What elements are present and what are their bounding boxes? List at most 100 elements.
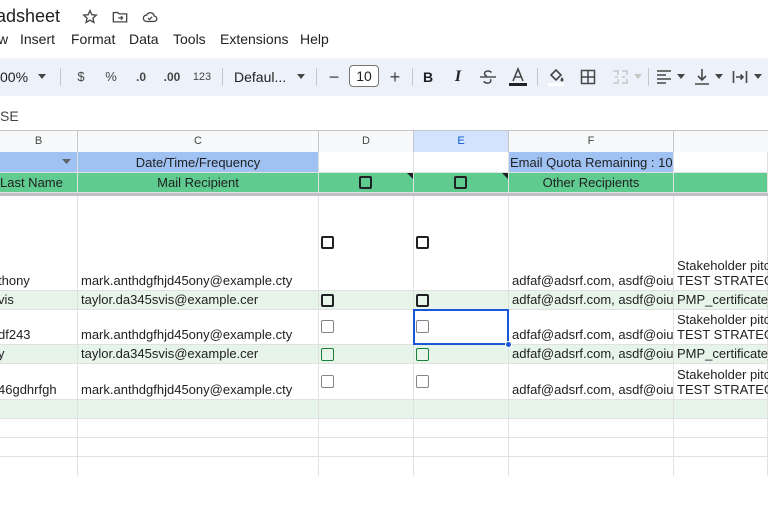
cell-f2[interactable]: Other Recipients — [509, 173, 674, 193]
menu-tools[interactable]: Tools — [173, 31, 206, 47]
checkbox-d7[interactable] — [321, 375, 334, 388]
cell-c10[interactable] — [78, 438, 319, 457]
name-box[interactable]: SE — [0, 108, 19, 124]
cell-text: thony — [0, 273, 30, 288]
text-wrap-icon[interactable] — [732, 69, 748, 85]
text-color-icon[interactable] — [507, 66, 529, 88]
cell-d10[interactable] — [319, 438, 414, 457]
bold-button[interactable]: B — [420, 58, 436, 96]
currency-button[interactable]: $ — [72, 58, 90, 96]
active-cell-selection[interactable] — [413, 309, 509, 345]
column-header-f[interactable]: F — [509, 131, 674, 152]
column-header-b[interactable]: B — [0, 131, 78, 152]
cell-g1[interactable] — [674, 152, 768, 173]
cell-text: Stakeholder pitc — [677, 367, 768, 382]
cell-text: TEST STRATEG — [677, 382, 768, 397]
checkbox-d5[interactable] — [321, 320, 334, 333]
cell-text: mark.anthdgfhjd45ony@example.cty — [81, 273, 293, 288]
menu-data[interactable]: Data — [129, 31, 159, 47]
zoom-select[interactable]: 00% — [0, 58, 34, 96]
decrease-font-size-button[interactable]: − — [326, 58, 342, 96]
checkbox-d4[interactable] — [321, 294, 334, 307]
font-select[interactable]: Defaul... — [234, 58, 294, 96]
cell-b9[interactable] — [0, 419, 78, 438]
cell-c11[interactable] — [78, 457, 319, 476]
halign-dropdown-icon[interactable] — [677, 74, 685, 80]
filter-dropdown-icon[interactable] — [62, 159, 71, 165]
move-folder-icon[interactable] — [111, 9, 129, 25]
checkbox-d2[interactable] — [359, 176, 372, 189]
cloud-saved-icon[interactable] — [141, 9, 159, 25]
decrease-decimal-button[interactable]: .0 — [130, 58, 152, 96]
cell-c9[interactable] — [78, 419, 319, 438]
cell-b10[interactable] — [0, 438, 78, 457]
checkbox-d6[interactable] — [321, 348, 334, 361]
column-header-d[interactable]: D — [319, 131, 414, 152]
cell-c2[interactable]: Mail Recipient — [78, 173, 319, 193]
cell-b2[interactable]: Last Name — [0, 173, 78, 193]
italic-button[interactable]: I — [450, 58, 466, 96]
increase-font-size-button[interactable]: + — [386, 58, 404, 96]
merge-dropdown-icon[interactable] — [634, 74, 642, 80]
borders-icon[interactable] — [580, 69, 596, 85]
valign-dropdown-icon[interactable] — [715, 74, 723, 80]
vertical-align-icon[interactable] — [694, 68, 710, 86]
column-header-g[interactable] — [674, 131, 768, 152]
cell-f1[interactable]: Email Quota Remaining : 100 — [509, 152, 674, 173]
increase-decimal-button[interactable]: .00 — [160, 58, 184, 96]
number-format-button[interactable]: 123 — [190, 58, 214, 96]
document-title[interactable]: adsheet — [0, 6, 60, 27]
menu-view[interactable]: w — [0, 31, 8, 47]
checkbox-e6[interactable] — [416, 348, 429, 361]
font-dropdown-icon[interactable] — [297, 74, 305, 80]
horizontal-align-icon[interactable] — [656, 69, 672, 85]
cell-g11[interactable] — [674, 457, 768, 476]
cell-text: vis — [0, 292, 14, 307]
zoom-dropdown-icon[interactable] — [38, 74, 46, 80]
cell-f9[interactable] — [509, 419, 674, 438]
cell-g9[interactable] — [674, 419, 768, 438]
fill-color-icon[interactable] — [546, 67, 566, 87]
cell-b8[interactable] — [0, 400, 78, 419]
cell-c1[interactable]: Date/Time/Frequency — [78, 152, 319, 173]
menu-insert[interactable]: Insert — [20, 31, 55, 47]
cell-g10[interactable] — [674, 438, 768, 457]
merge-cells-icon[interactable] — [611, 69, 629, 85]
cell-f8[interactable] — [509, 400, 674, 419]
fill-handle[interactable] — [505, 341, 512, 348]
cell-text: PMP_certificate_ — [677, 346, 768, 361]
font-size-input[interactable]: 10 — [349, 65, 379, 87]
menu-help[interactable]: Help — [300, 31, 329, 47]
cell-b11[interactable] — [0, 457, 78, 476]
cell-text: Stakeholder pitc — [677, 258, 768, 273]
menu-extensions[interactable]: Extensions — [220, 31, 288, 47]
cell-d9[interactable] — [319, 419, 414, 438]
checkbox-e4[interactable] — [416, 294, 429, 307]
checkbox-e2[interactable] — [454, 176, 467, 189]
cell-d11[interactable] — [319, 457, 414, 476]
cell-g8[interactable] — [674, 400, 768, 419]
column-header-e[interactable]: E — [414, 131, 509, 152]
wrap-dropdown-icon[interactable] — [754, 74, 762, 80]
cell-e8[interactable] — [414, 400, 509, 419]
star-icon[interactable] — [81, 9, 99, 25]
checkbox-e3[interactable] — [416, 236, 429, 249]
checkbox-e7[interactable] — [416, 375, 429, 388]
cell-b6[interactable] — [0, 345, 78, 364]
percent-button[interactable]: % — [102, 58, 120, 96]
cell-text: mark.anthdgfhjd45ony@example.cty — [81, 382, 293, 397]
cell-g2[interactable] — [674, 173, 768, 193]
strikethrough-icon[interactable] — [479, 69, 497, 85]
cell-d8[interactable] — [319, 400, 414, 419]
cell-e10[interactable] — [414, 438, 509, 457]
cell-e1[interactable] — [414, 152, 509, 173]
column-header-c[interactable]: C — [78, 131, 319, 152]
cell-c8[interactable] — [78, 400, 319, 419]
cell-e11[interactable] — [414, 457, 509, 476]
cell-f11[interactable] — [509, 457, 674, 476]
cell-e9[interactable] — [414, 419, 509, 438]
checkbox-d3[interactable] — [321, 236, 334, 249]
cell-f10[interactable] — [509, 438, 674, 457]
cell-d1[interactable] — [319, 152, 414, 173]
menu-format[interactable]: Format — [71, 31, 115, 47]
